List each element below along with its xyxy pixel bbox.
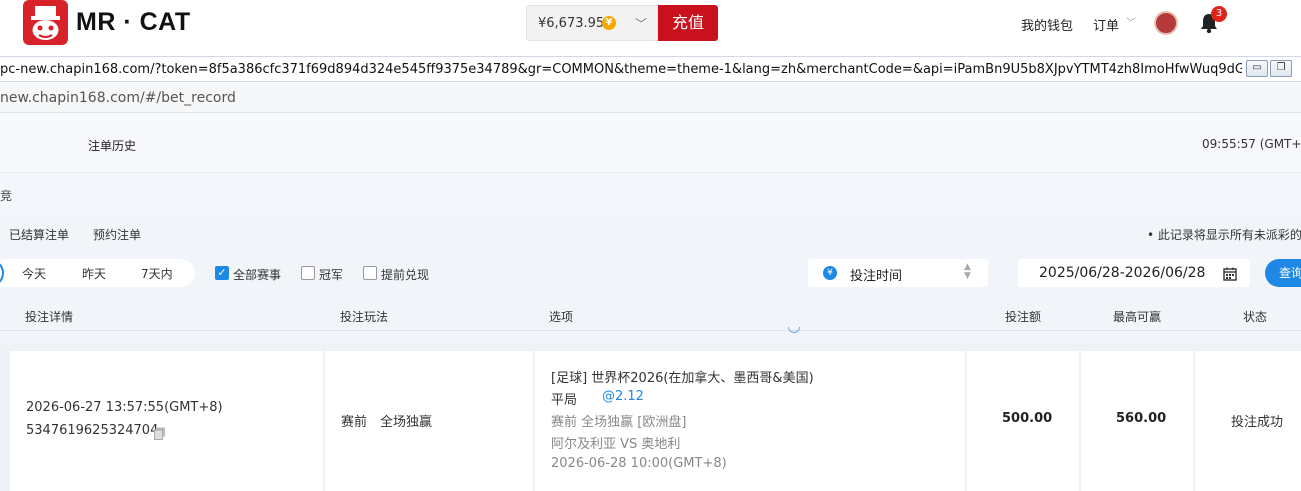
market-name: 赛前 全场独赢 [欧洲盘] (551, 415, 687, 430)
sport-tab-label[interactable]: 竞 (0, 187, 12, 204)
sort-label: 投注时间 (850, 269, 903, 284)
bet-time: 2026-06-27 13:57:55(GMT+8) (26, 400, 223, 415)
kickoff-time: 2026-06-28 10:00(GMT+8) (551, 456, 727, 471)
address-text[interactable]: new.chapin168.com/#/bet_record (0, 90, 236, 106)
table-header: 投注详情 投注玩法 选项 投注额 最高可赢 状态 (0, 299, 1301, 331)
chevron-down-icon: ﹀ (635, 17, 648, 31)
window-controls: ▭ ❐ (1244, 60, 1301, 78)
column-header: 投注详情 (25, 310, 74, 324)
recharge-button[interactable]: 充值 (658, 5, 718, 41)
range-today[interactable]: 今天 (22, 265, 46, 282)
bet-record-page: 注单历史 09:55:57 (GMT+8 竞 已结算注单 预约注单 • 此记录将… (0, 113, 1301, 491)
table-row: 2026-06-27 13:57:55(GMT+8) 5347619625324… (0, 343, 1301, 491)
top-header: MR · CAT ¥6,673.95 ¥ ﹀ 充值 我的钱包 订单 ﹀ 3 (0, 0, 1301, 46)
stake-value: 500.00 (1002, 411, 1053, 426)
range-yesterday[interactable]: 昨天 (82, 265, 106, 282)
calendar-icon[interactable] (1223, 266, 1237, 281)
column-header: 投注额 (1005, 310, 1042, 324)
maximize-button[interactable]: ❐ (1270, 60, 1292, 77)
filter-row: 今天 昨天 7天内 ✓ 全部赛事 冠军 提前兑现 ¥ 投注时间 ▲ ▼ 2025/… (0, 249, 1301, 299)
bet-play: 赛前 全场独赢 (341, 415, 433, 430)
balance-dropdown[interactable]: ¥6,673.95 ¥ ﹀ (526, 5, 658, 41)
bet-id: 5347619625324704 (26, 423, 159, 438)
title-row: 注单历史 09:55:57 (GMT+8 (0, 113, 1301, 173)
orders-menu[interactable]: 订单 (1093, 15, 1119, 34)
brand-name: MR · CAT (76, 8, 191, 36)
champion-label: 冠军 (319, 268, 344, 282)
max-win-value: 560.00 (1116, 411, 1167, 426)
avatar[interactable] (1154, 11, 1178, 35)
sort-updown-icon: ▲ ▼ (964, 262, 971, 281)
balance-amount: ¥6,673.95 (538, 16, 605, 31)
date-range-text: 2025/06/28-2026/06/28 (1039, 265, 1206, 281)
tab-settled[interactable]: 已结算注单 (9, 226, 69, 243)
minimize-button[interactable]: ▭ (1246, 60, 1268, 77)
status-badge: 投注成功 (1231, 415, 1284, 430)
query-button[interactable]: 查询 (1265, 259, 1301, 287)
league-name: [足球] 世界杯2026(在加拿大、墨西哥&美国) (551, 371, 814, 386)
all-events-checkbox[interactable]: ✓ (215, 266, 229, 280)
bet-play-cell: 赛前 全场独赢 (325, 351, 533, 491)
max-win-cell: 560.00 (1081, 351, 1193, 491)
status-cell: 投注成功 (1195, 351, 1301, 491)
stake-cell: 500.00 (967, 351, 1079, 491)
copy-icon[interactable] (154, 425, 166, 440)
popup-url-bar: pc-new.chapin168.com/?token=8f5a386cfc37… (0, 56, 1301, 82)
tab-reserved[interactable]: 预约注单 (93, 226, 141, 243)
early-cashout-label: 提前兑现 (381, 268, 430, 282)
popup-url-text[interactable]: pc-new.chapin168.com/?token=8f5a386cfc37… (0, 62, 1242, 77)
record-note: • 此记录将显示所有未派彩的 (1147, 228, 1301, 242)
chevron-down-icon: ﹀ (1126, 18, 1136, 29)
selection-cell: [足球] 世界杯2026(在加拿大、墨西哥&美国) 平局 @2.12 赛前 全场… (535, 351, 965, 491)
page-title: 注单历史 (88, 139, 137, 153)
all-events-label: 全部赛事 (233, 268, 282, 282)
early-cashout-checkbox[interactable] (363, 266, 377, 280)
range-seven-days[interactable]: 7天内 (141, 265, 173, 282)
wallet-link[interactable]: 我的钱包 (1021, 15, 1073, 34)
logo-icon[interactable] (23, 0, 68, 45)
champion-checkbox[interactable] (301, 266, 315, 280)
currency-icon: ¥ (823, 266, 837, 280)
match-name: 阿尔及利亚 VS 奥地利 (551, 437, 681, 452)
sort-select[interactable]: ¥ 投注时间 ▲ ▼ (808, 259, 988, 287)
bet-detail-cell: 2026-06-27 13:57:55(GMT+8) 5347619625324… (10, 351, 323, 491)
date-range-input[interactable]: 2025/06/28-2026/06/28 (1018, 259, 1250, 287)
odds-value: @2.12 (602, 389, 644, 404)
selection-name: 平局 (551, 393, 578, 408)
column-header: 投注玩法 (340, 310, 389, 324)
column-header: 最高可赢 (1113, 310, 1162, 324)
clock-text: 09:55:57 (GMT+8 (1202, 137, 1301, 151)
address-bar: new.chapin168.com/#/bet_record (0, 83, 1301, 113)
coin-icon: ¥ (602, 16, 616, 30)
notification-badge: 3 (1211, 6, 1227, 22)
record-tabs: 已结算注单 预约注单 • 此记录将显示所有未派彩的 (0, 215, 1301, 249)
column-header: 选项 (549, 310, 574, 324)
scroll-indicator-icon (788, 327, 800, 333)
sport-filter-row: 竞 (0, 173, 1301, 215)
column-header: 状态 (1243, 310, 1268, 324)
